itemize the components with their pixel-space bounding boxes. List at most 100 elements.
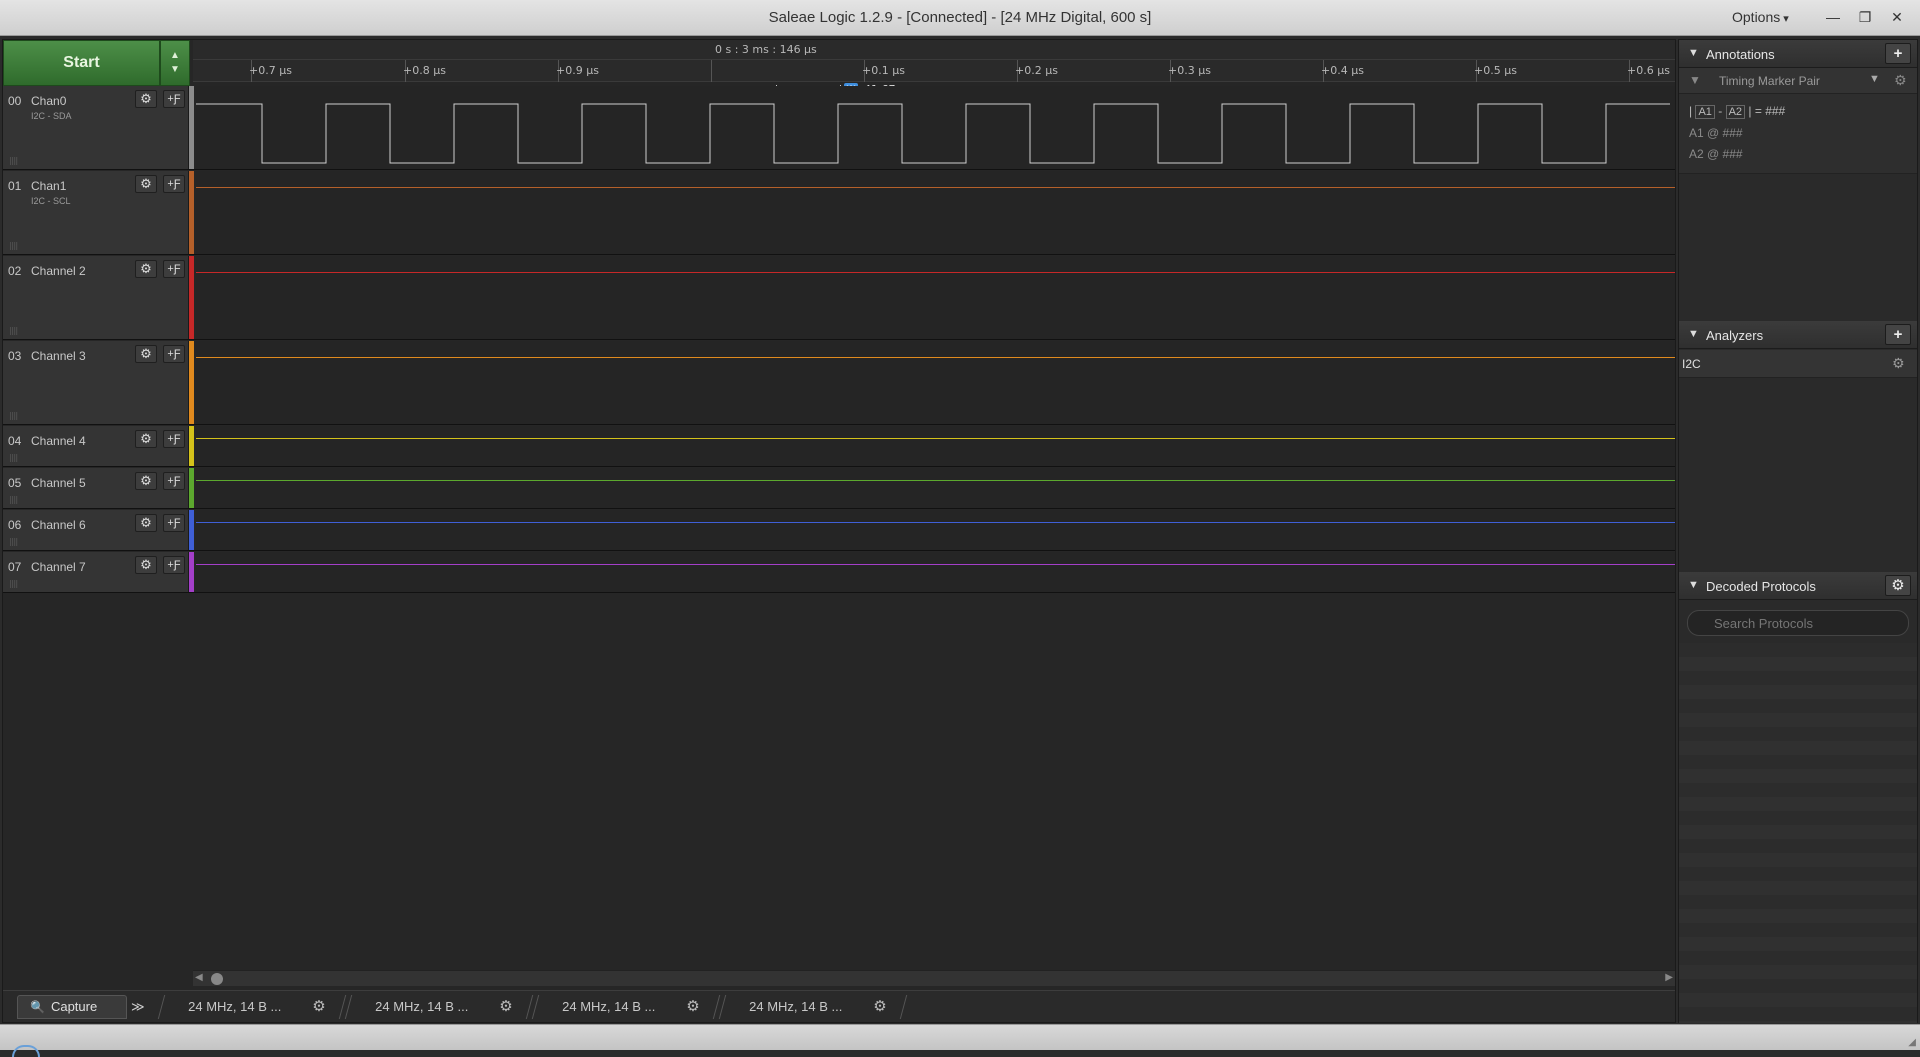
drag-grip-icon[interactable]: ⣿⣿ — [9, 538, 18, 546]
timing-marker-row[interactable]: ▼ Timing Marker Pair ▼ ⚙ — [1679, 68, 1917, 94]
collapse-triangle-icon[interactable]: ▼ — [1688, 579, 1699, 591]
scroll-right-icon[interactable]: ▶ — [1665, 972, 1673, 983]
add-analyzer-button[interactable]: + — [1885, 324, 1911, 345]
channel-waveform-1[interactable] — [196, 171, 1675, 254]
channel-gear-icon[interactable]: ⚙ — [135, 260, 157, 278]
waveform-pane: Start ▲ ▼ 0 s : 3 ms : 146 µs +0.7 µs +0… — [2, 39, 1676, 1023]
session-tab-bar: 🔍 Capture ≫ 24 MHz, 14 B ... ⚙ 24 MHz, 14… — [3, 990, 1675, 1022]
channel-gear-icon[interactable]: ⚙ — [135, 175, 157, 193]
options-menu[interactable]: Options — [1732, 9, 1789, 25]
channel-row-2[interactable]: 02 Channel 2 ⚙ +Ƒ ⣿⣿ — [3, 256, 1675, 340]
marker-a2-box[interactable]: A2 — [1725, 105, 1746, 119]
channel-color-bar — [189, 86, 194, 169]
channel-row-4[interactable]: 04 Channel 4 ⚙ +Ƒ ⣿⣿ — [3, 426, 1675, 467]
arrow-up-icon[interactable]: ▲ — [161, 49, 189, 63]
more-tabs-icon[interactable]: ≫ — [131, 999, 145, 1015]
channel-row-6[interactable]: 06 Channel 6 ⚙ +Ƒ ⣿⣿ — [3, 510, 1675, 551]
scroll-left-icon[interactable]: ◀ — [195, 972, 203, 983]
session-tab[interactable]: 24 MHz, 14 B ... ⚙ — [718, 995, 908, 1019]
collapse-triangle-icon[interactable]: ▼ — [1688, 47, 1699, 59]
channel-name[interactable]: Channel 7 — [31, 560, 86, 574]
session-tab-label: 24 MHz, 14 B ... — [188, 999, 282, 1014]
channel-gear-icon[interactable]: ⚙ — [135, 430, 157, 448]
analyzer-gear-icon[interactable]: ⚙ — [1892, 355, 1905, 372]
add-analyzer-icon[interactable]: +Ƒ — [163, 175, 185, 193]
start-button[interactable]: Start — [3, 40, 160, 86]
session-tab[interactable]: 24 MHz, 14 B ... ⚙ — [157, 995, 347, 1019]
drag-grip-icon[interactable]: ⣿⣿ — [9, 580, 18, 588]
channel-row-5[interactable]: 05 Channel 5 ⚙ +Ƒ ⣿⣿ — [3, 468, 1675, 509]
session-tab-label: 24 MHz, 14 B ... — [562, 999, 656, 1014]
channel-row-1[interactable]: 01 Chan1 I2C - SCL ⚙ +Ƒ ⣿⣿ — [3, 171, 1675, 255]
decoded-protocols-header[interactable]: ▼ Decoded Protocols ⚙ — [1679, 572, 1917, 600]
channel-waveform-3[interactable] — [196, 341, 1675, 424]
add-analyzer-icon[interactable]: +Ƒ — [163, 345, 185, 363]
channel-name[interactable]: Channel 5 — [31, 476, 86, 490]
add-analyzer-icon[interactable]: +Ƒ — [163, 514, 185, 532]
channel-waveform-4[interactable] — [196, 426, 1675, 466]
dropdown-arrow-icon[interactable]: ▼ — [1869, 73, 1880, 85]
channel-name[interactable]: Channel 6 — [31, 518, 86, 532]
add-analyzer-icon[interactable]: +Ƒ — [163, 260, 185, 278]
arrow-down-icon[interactable]: ▼ — [161, 63, 189, 77]
channel-number: 03 — [8, 349, 22, 363]
session-gear-icon[interactable]: ⚙ — [873, 997, 886, 1015]
annotations-header[interactable]: ▼ Annotations + — [1679, 40, 1917, 68]
channel-row-7[interactable]: 07 Channel 7 ⚙ +Ƒ ⣿⣿ — [3, 552, 1675, 593]
add-analyzer-icon[interactable]: +Ƒ — [163, 556, 185, 574]
add-analyzer-icon[interactable]: +Ƒ — [163, 90, 185, 108]
channel-name[interactable]: Chan1 — [31, 179, 66, 193]
channel-name[interactable]: Channel 3 — [31, 349, 86, 363]
session-gear-icon[interactable]: ⚙ — [499, 997, 512, 1015]
start-options-arrows[interactable]: ▲ ▼ — [160, 40, 190, 86]
channel-gear-icon[interactable]: ⚙ — [135, 90, 157, 108]
channel-waveform-5[interactable] — [196, 468, 1675, 508]
scrollbar-thumb[interactable] — [211, 973, 223, 985]
session-gear-icon[interactable]: ⚙ — [312, 997, 325, 1015]
tick-label: +0.9 µs — [556, 64, 599, 77]
drag-grip-icon[interactable]: ⣿⣿ — [9, 454, 18, 462]
channel-waveform-0[interactable] — [196, 86, 1675, 169]
horizontal-scrollbar[interactable]: ◀ ▶ — [193, 970, 1675, 986]
drag-grip-icon[interactable]: ⣿⣿ — [9, 242, 18, 250]
channel-gear-icon[interactable]: ⚙ — [135, 514, 157, 532]
ruler-ticks[interactable]: +0.7 µs +0.8 µs +0.9 µs +0.1 µs +0.2 µs … — [193, 60, 1675, 82]
marker-a1-box[interactable]: A1 — [1695, 105, 1715, 119]
channel-name[interactable]: Channel 2 — [31, 264, 86, 278]
resize-grip-icon[interactable]: ◢ — [1908, 1037, 1916, 1048]
close-icon[interactable]: ✕ — [1884, 5, 1910, 29]
flat-signal-line — [196, 438, 1675, 439]
analyzers-header[interactable]: ▼ Analyzers + — [1679, 321, 1917, 349]
marker-gear-icon[interactable]: ⚙ — [1894, 72, 1907, 89]
drag-grip-icon[interactable]: ⣿⣿ — [9, 412, 18, 420]
capture-tab[interactable]: 🔍 Capture — [17, 995, 127, 1019]
session-gear-icon[interactable]: ⚙ — [686, 997, 699, 1015]
channel-name[interactable]: Chan0 — [31, 94, 66, 108]
channel-name[interactable]: Channel 4 — [31, 434, 86, 448]
drag-grip-icon[interactable]: ⣿⣿ — [9, 327, 18, 335]
collapse-triangle-icon[interactable]: ▼ — [1688, 328, 1699, 340]
channel-row-3[interactable]: 03 Channel 3 ⚙ +Ƒ ⣿⣿ — [3, 341, 1675, 425]
channel-row-0[interactable]: 00 Chan0 I2C - SDA ⚙ +Ƒ ⣿⣿ — [3, 86, 1675, 170]
channel-gear-icon[interactable]: ⚙ — [135, 556, 157, 574]
session-tab[interactable]: 24 MHz, 14 B ... ⚙ — [531, 995, 721, 1019]
decoded-gear-button[interactable]: ⚙ — [1885, 575, 1911, 596]
start-orb-icon[interactable] — [12, 1045, 40, 1057]
channel-gear-icon[interactable]: ⚙ — [135, 345, 157, 363]
drag-grip-icon[interactable]: ⣿⣿ — [9, 496, 18, 504]
channel-color-bar — [189, 552, 194, 592]
analyzer-item[interactable]: I2C ⚙ — [1679, 350, 1917, 378]
decoded-protocols-list[interactable] — [1679, 643, 1917, 1023]
channel-waveform-2[interactable] — [196, 256, 1675, 339]
add-analyzer-icon[interactable]: +Ƒ — [163, 430, 185, 448]
drag-grip-icon[interactable]: ⣿⣿ — [9, 157, 18, 165]
minimize-icon[interactable]: — — [1820, 5, 1846, 29]
channel-waveform-7[interactable] — [196, 552, 1675, 592]
channel-gear-icon[interactable]: ⚙ — [135, 472, 157, 490]
search-protocols-input[interactable] — [1687, 610, 1909, 636]
channel-waveform-6[interactable] — [196, 510, 1675, 550]
add-annotation-button[interactable]: + — [1885, 43, 1911, 64]
session-tab[interactable]: 24 MHz, 14 B ... ⚙ — [344, 995, 534, 1019]
add-analyzer-icon[interactable]: +Ƒ — [163, 472, 185, 490]
restore-icon[interactable]: ❐ — [1852, 5, 1878, 29]
